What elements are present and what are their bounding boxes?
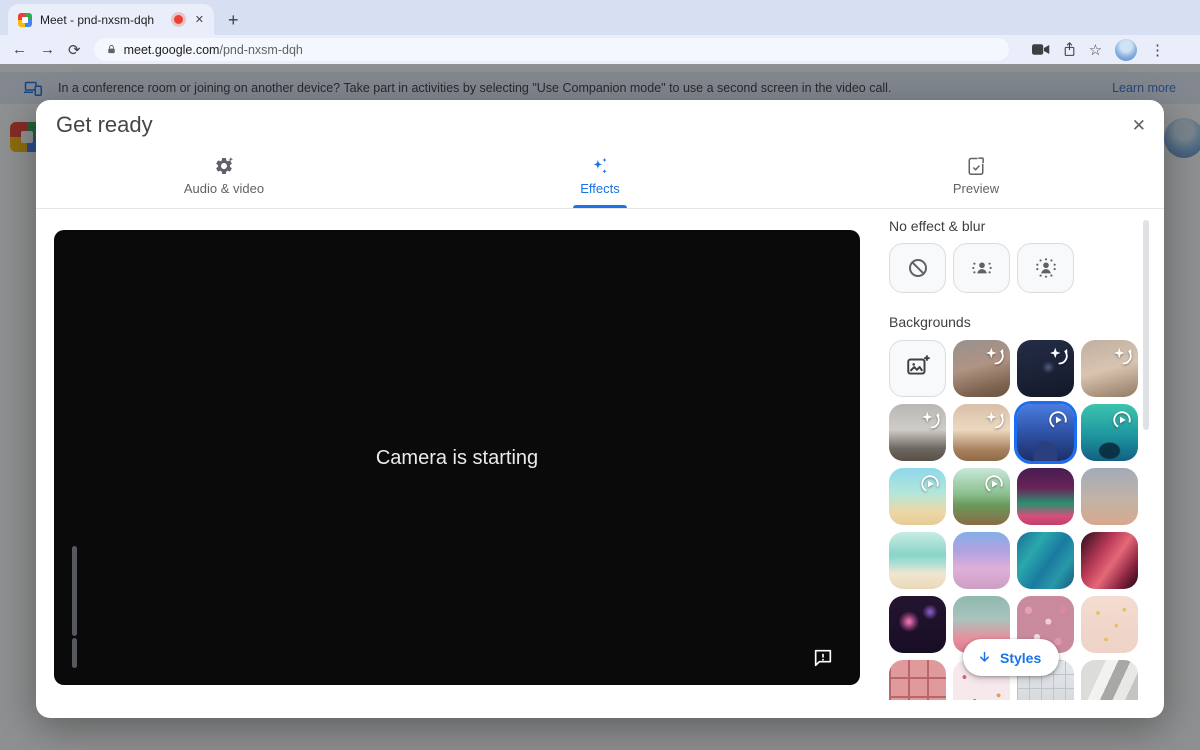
preview-icon: [967, 156, 985, 176]
sparkle-overlay-icon: [983, 409, 1005, 431]
slight-blur-button[interactable]: [953, 243, 1010, 293]
lock-icon: [106, 43, 117, 56]
background-pink-clouds-thumbnail[interactable]: [953, 532, 1010, 589]
play-overlay-icon: [983, 473, 1005, 495]
tab-audio-video[interactable]: Audio & video: [36, 144, 412, 208]
background-sunset-gradient-thumbnail[interactable]: [1081, 468, 1138, 525]
background-desk-warm-thumbnail[interactable]: [953, 404, 1010, 461]
download-arrow-icon: [977, 650, 992, 665]
camera-in-use-indicator-icon: [174, 15, 183, 24]
background-marble-geometric-thumbnail[interactable]: [1081, 660, 1138, 700]
styles-button[interactable]: Styles: [963, 639, 1059, 676]
camera-scrollbar-segment[interactable]: [72, 638, 77, 668]
tab-label: Audio & video: [184, 181, 264, 196]
camera-preview: Camera is starting: [54, 230, 860, 685]
browser-tab[interactable]: Meet - pnd-nxsm-dqh ✕: [8, 4, 214, 35]
close-icon[interactable]: ✕: [1132, 116, 1146, 136]
background-stage-theater-thumbnail[interactable]: [1017, 468, 1074, 525]
back-icon[interactable]: ←: [12, 41, 27, 58]
new-tab-button[interactable]: +: [228, 11, 239, 29]
background-upload-background-button[interactable]: [889, 340, 946, 397]
tabs-divider: [36, 208, 1164, 209]
no-effect-blur-label: No effect & blur: [889, 218, 985, 234]
background-pink-quilt-thumbnail[interactable]: [889, 660, 946, 700]
dialog-title: Get ready: [56, 112, 153, 138]
full-blur-button[interactable]: [1017, 243, 1074, 293]
background-living-room-warm-thumbnail[interactable]: [953, 340, 1010, 397]
sparkle-overlay-icon: [1111, 345, 1133, 367]
url-path: /pnd-nxsm-dqh: [219, 43, 302, 57]
background-red-nebula-thumbnail[interactable]: [1081, 532, 1138, 589]
play-overlay-icon: [1111, 409, 1133, 431]
tab-label: Effects: [580, 181, 620, 196]
browser-menu-icon[interactable]: ⋮: [1150, 41, 1165, 59]
background-living-room-night-thumbnail[interactable]: [1017, 340, 1074, 397]
sparkle-overlay-icon: [919, 409, 941, 431]
tab-title: Meet - pnd-nxsm-dqh: [40, 13, 166, 27]
play-overlay-icon: [1047, 409, 1069, 431]
forward-icon[interactable]: →: [40, 41, 55, 58]
blur-options-row: [889, 243, 1074, 293]
background-spaceship-blue-thumbnail[interactable]: [1017, 404, 1074, 461]
browser-tab-strip: Meet - pnd-nxsm-dqh ✕ +: [0, 0, 1200, 35]
slight-blur-icon: [969, 255, 995, 281]
background-water-caustics-thumbnail[interactable]: [1017, 532, 1074, 589]
add-image-icon: [905, 353, 931, 384]
tab-effects[interactable]: Effects: [412, 144, 788, 208]
background-treehouse-cartoon-thumbnail[interactable]: [953, 468, 1010, 525]
browser-profile-avatar[interactable]: [1115, 39, 1137, 61]
full-blur-icon: [1033, 255, 1059, 281]
background-underwater-teal-thumbnail[interactable]: [1081, 404, 1138, 461]
dialog-tabs: Audio & video Effects Preview: [36, 144, 1164, 208]
background-fireworks-thumbnail[interactable]: [889, 596, 946, 653]
camera-status-text: Camera is starting: [54, 447, 860, 470]
meet-favicon-icon: [18, 13, 32, 27]
sparkle-overlay-icon: [1047, 345, 1069, 367]
background-desk-gray-thumbnail[interactable]: [889, 404, 946, 461]
camera-scrollbar-segment[interactable]: [72, 546, 77, 636]
sparkles-icon: [590, 156, 610, 176]
panel-scrollbar[interactable]: [1143, 220, 1149, 430]
feedback-icon[interactable]: [812, 647, 834, 669]
tab-label: Preview: [953, 181, 999, 196]
url-host: meet.google.com: [124, 43, 220, 57]
reload-icon[interactable]: ⟳: [68, 41, 81, 59]
backgrounds-label: Backgrounds: [889, 314, 971, 330]
bookmark-star-icon[interactable]: ☆: [1089, 41, 1102, 59]
styles-button-label: Styles: [1000, 650, 1041, 666]
tab-preview[interactable]: Preview: [788, 144, 1164, 208]
background-beach-photo-thumbnail[interactable]: [889, 532, 946, 589]
settings-gear-icon: [214, 156, 234, 176]
no-effect-button[interactable]: [889, 243, 946, 293]
play-overlay-icon: [919, 473, 941, 495]
background-interior-cream-thumbnail[interactable]: [1081, 340, 1138, 397]
tab-close-icon[interactable]: ✕: [195, 13, 204, 26]
share-icon[interactable]: [1063, 42, 1076, 57]
camera-active-icon[interactable]: [1032, 43, 1050, 56]
browser-toolbar: ← → ⟳ meet.google.com/pnd-nxsm-dqh ☆ ⋮: [0, 35, 1200, 64]
background-beach-cartoon-thumbnail[interactable]: [889, 468, 946, 525]
block-icon: [906, 256, 930, 280]
get-ready-dialog: Get ready ✕ Audio & video Effects Previe…: [36, 100, 1164, 718]
background-peach-sparkles-thumbnail[interactable]: [1081, 596, 1138, 653]
url-bar[interactable]: meet.google.com/pnd-nxsm-dqh: [94, 38, 1009, 61]
sparkle-overlay-icon: [983, 345, 1005, 367]
